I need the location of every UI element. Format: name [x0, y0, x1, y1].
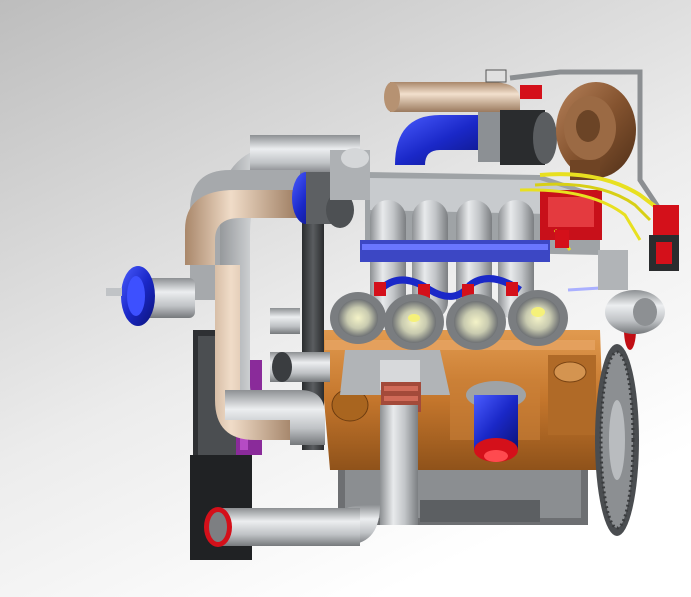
engine-model-render	[0, 0, 691, 597]
cad-viewport	[0, 0, 691, 597]
oil-filter	[466, 381, 526, 462]
